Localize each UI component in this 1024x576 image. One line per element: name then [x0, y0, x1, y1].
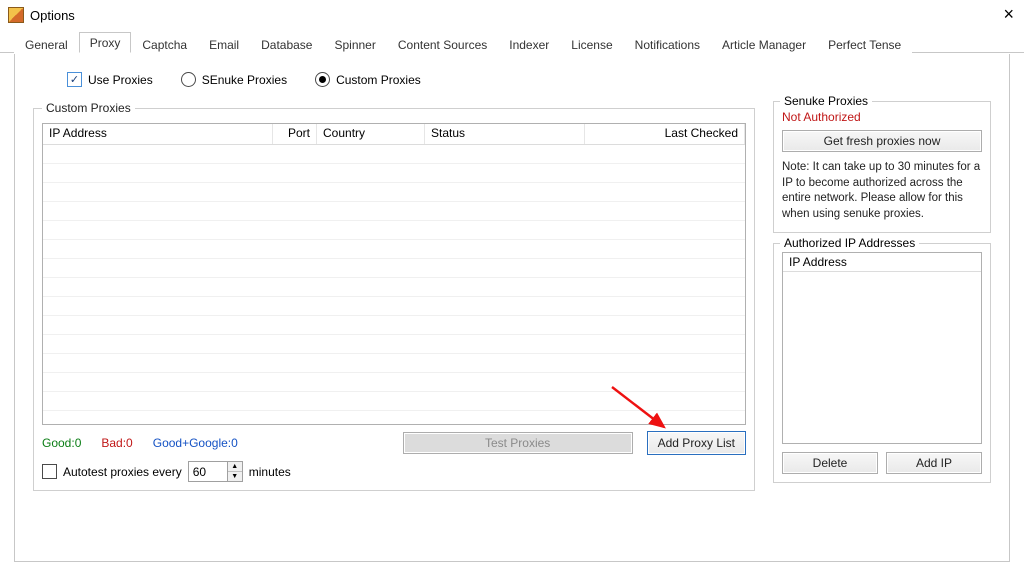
autotest-interval-spinner[interactable]: ▲▼ [188, 461, 243, 482]
authorized-ip-group: Authorized IP Addresses IP Address Delet… [773, 243, 991, 483]
col-ip[interactable]: IP Address [43, 124, 273, 144]
stat-bad: Bad:0 [101, 436, 132, 450]
spinner-down-icon[interactable]: ▼ [228, 472, 242, 481]
tab-article-manager[interactable]: Article Manager [711, 34, 817, 54]
proxy-stats: Good:0 Bad:0 Good+Google:0 [42, 436, 238, 450]
senuke-legend: Senuke Proxies [780, 94, 872, 108]
get-fresh-proxies-button[interactable]: Get fresh proxies now [782, 130, 982, 152]
ip-list-header: IP Address [783, 253, 981, 272]
add-proxy-list-button[interactable]: Add Proxy List [647, 431, 746, 455]
tab-database[interactable]: Database [250, 34, 323, 54]
tab-notifications[interactable]: Notifications [624, 34, 711, 54]
custom-proxies-legend: Custom Proxies [42, 101, 135, 115]
tab-proxy[interactable]: Proxy [79, 32, 132, 53]
tab-email[interactable]: Email [198, 34, 250, 54]
below-grid-row: Good:0 Bad:0 Good+Google:0 Test Proxies … [42, 431, 746, 455]
autotest-checkbox[interactable] [42, 464, 57, 479]
tab-content: ✓ Use Proxies SEnuke Proxies Custom Prox… [14, 54, 1010, 562]
close-icon[interactable]: × [1003, 4, 1014, 25]
use-proxies-checkbox[interactable]: ✓ Use Proxies [67, 72, 153, 87]
col-last-checked[interactable]: Last Checked [585, 124, 745, 144]
grid-body [43, 145, 745, 425]
custom-proxies-radio[interactable]: Custom Proxies [315, 72, 421, 87]
proxy-options-row: ✓ Use Proxies SEnuke Proxies Custom Prox… [67, 72, 991, 87]
authorized-ip-legend: Authorized IP Addresses [780, 236, 919, 250]
senuke-note: Note: It can take up to 30 minutes for a… [782, 160, 982, 222]
tab-perfect-tense[interactable]: Perfect Tense [817, 34, 912, 54]
use-proxies-label: Use Proxies [88, 73, 153, 87]
authorized-ip-list[interactable]: IP Address [782, 252, 982, 444]
col-port[interactable]: Port [273, 124, 317, 144]
tab-spinner[interactable]: Spinner [323, 34, 386, 54]
col-country[interactable]: Country [317, 124, 425, 144]
tab-general[interactable]: General [14, 34, 79, 54]
spinner-up-icon[interactable]: ▲ [228, 462, 242, 472]
window-title: Options [30, 8, 75, 23]
autotest-label-post: minutes [249, 465, 291, 479]
test-proxies-button[interactable]: Test Proxies [403, 432, 633, 454]
proxy-grid[interactable]: IP Address Port Country Status Last Chec… [42, 123, 746, 425]
not-authorized-label: Not Authorized [782, 110, 982, 124]
autotest-row: Autotest proxies every ▲▼ minutes [42, 461, 746, 482]
senuke-proxies-group: Senuke Proxies Not Authorized Get fresh … [773, 101, 991, 233]
app-icon [8, 7, 24, 23]
stat-good: Good:0 [42, 436, 81, 450]
autotest-interval-input[interactable] [189, 462, 227, 481]
radio-unchecked-icon [181, 72, 196, 87]
radio-checked-icon [315, 72, 330, 87]
titlebar: Options × [0, 0, 1024, 30]
stat-good-google: Good+Google:0 [153, 436, 238, 450]
delete-ip-button[interactable]: Delete [782, 452, 878, 474]
tab-indexer[interactable]: Indexer [498, 34, 560, 54]
senuke-proxies-radio[interactable]: SEnuke Proxies [181, 72, 287, 87]
tab-bar: General Proxy Captcha Email Database Spi… [0, 30, 1024, 53]
col-status[interactable]: Status [425, 124, 585, 144]
custom-proxies-group: Custom Proxies IP Address Port Country S… [33, 101, 755, 491]
tab-captcha[interactable]: Captcha [131, 34, 198, 54]
autotest-label-pre: Autotest proxies every [63, 465, 182, 479]
checkbox-checked-icon: ✓ [67, 72, 82, 87]
custom-proxies-label: Custom Proxies [336, 73, 421, 87]
tab-license[interactable]: License [560, 34, 623, 54]
tab-content-sources[interactable]: Content Sources [387, 34, 498, 54]
grid-header-row: IP Address Port Country Status Last Chec… [43, 124, 745, 145]
senuke-proxies-label: SEnuke Proxies [202, 73, 287, 87]
add-ip-button[interactable]: Add IP [886, 452, 982, 474]
